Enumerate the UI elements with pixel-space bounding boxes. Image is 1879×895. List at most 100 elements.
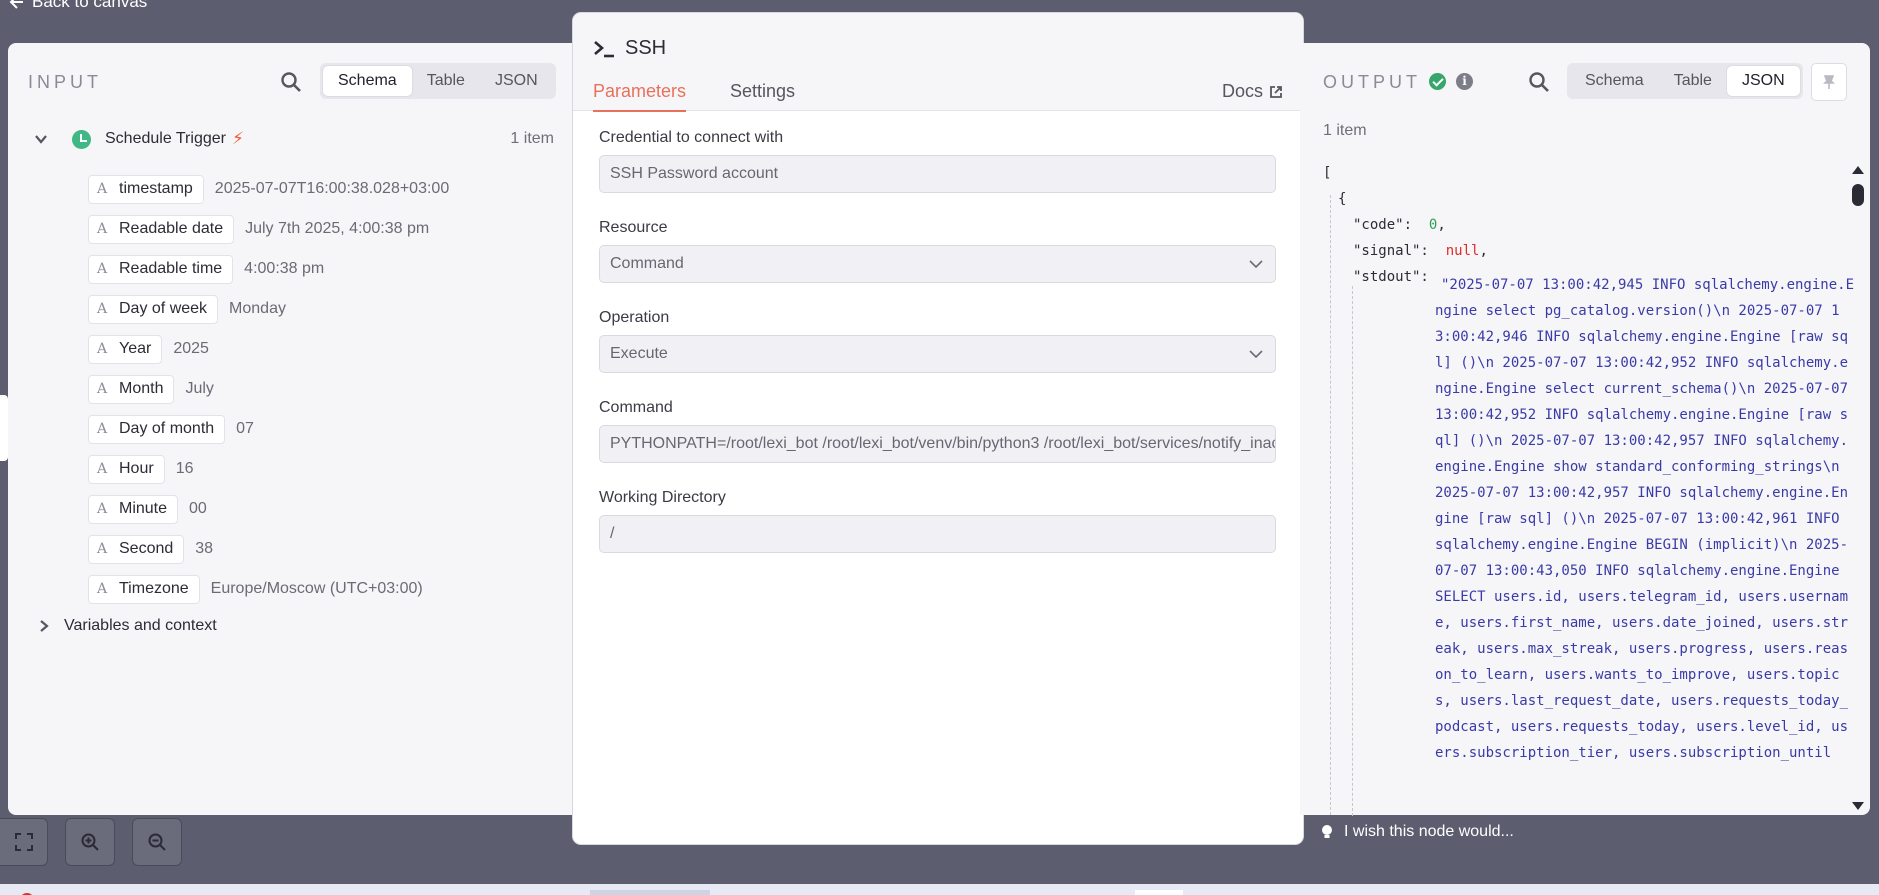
operation-value: Execute: [610, 345, 668, 362]
search-icon[interactable]: [1528, 71, 1550, 93]
canvas-edge-tab: [0, 395, 8, 461]
field-name: Month: [119, 380, 164, 397]
canvas-zoom-controls: [0, 818, 182, 866]
json-open-brace: {: [1338, 191, 1347, 207]
trigger-name: Schedule Trigger: [105, 130, 226, 147]
field-name: Minute: [119, 500, 168, 517]
schema-field-row: A Year 2025: [88, 329, 449, 369]
fit-view-button[interactable]: [0, 818, 48, 866]
field-name: Day of week: [119, 300, 208, 317]
tab-parameters[interactable]: Parameters: [593, 81, 687, 112]
system-taskbar: [0, 884, 1879, 895]
field-pill[interactable]: A Timezone: [88, 574, 200, 604]
input-panel-title: INPUT: [28, 72, 102, 92]
schema-field-row: Atimestamp 2025-07-07T16:00:38.028+03:00: [88, 169, 449, 209]
json-scrollbar[interactable]: [1851, 162, 1865, 814]
schema-field-row: A Second 38: [88, 529, 449, 569]
chevron-down-icon: [1249, 350, 1263, 359]
string-type-icon: A: [96, 341, 108, 357]
schema-field-row: A Hour 16: [88, 449, 449, 489]
schema-field-list: Atimestamp 2025-07-07T16:00:38.028+03:00 A…: [88, 169, 449, 609]
field-pill[interactable]: A Day of week: [88, 294, 219, 324]
variables-context-row[interactable]: Variables and context: [38, 617, 217, 635]
trigger-node-row[interactable]: Schedule Trigger ⚡ 1 item: [34, 126, 554, 152]
clock-icon: [72, 129, 91, 149]
lightbulb-icon: [1322, 825, 1332, 838]
operation-label: Operation: [599, 309, 670, 326]
resource-select[interactable]: Command: [599, 245, 1276, 283]
fit-view-icon: [14, 833, 33, 851]
string-type-icon: A: [96, 501, 108, 517]
schema-field-row: A Minute 00: [88, 489, 449, 529]
feedback-wish-link[interactable]: I wish this node would...: [1320, 823, 1514, 841]
search-icon[interactable]: [280, 71, 302, 93]
field-pill[interactable]: Atimestamp: [88, 174, 204, 204]
string-type-icon: A: [96, 581, 108, 597]
field-value: Monday: [229, 300, 286, 317]
resource-value: Command: [610, 255, 684, 272]
zoom-out-icon: [148, 833, 166, 851]
schema-field-row: A Month July: [88, 369, 449, 409]
scroll-up-arrow[interactable]: [1852, 166, 1864, 174]
field-pill[interactable]: A Year: [88, 334, 163, 364]
string-type-icon: A: [96, 381, 108, 397]
node-title-text[interactable]: SSH: [625, 37, 666, 60]
output-tab-table[interactable]: Table: [1659, 66, 1727, 96]
pin-data-button[interactable]: [1811, 63, 1847, 101]
zoom-out-button[interactable]: [132, 818, 182, 866]
back-link-label: Back to canvas: [32, 0, 148, 11]
docs-link[interactable]: Docs: [1222, 81, 1283, 102]
back-to-canvas-link[interactable]: Back to canvas: [8, 0, 147, 12]
json-key-signal: "signal":: [1353, 243, 1429, 259]
wish-label: I wish this node would...: [1344, 823, 1514, 840]
field-value: 16: [175, 460, 194, 477]
json-key-stdout: "stdout":: [1353, 269, 1429, 285]
json-value-stdout: "2025-07-07 13:00:42,945 INFO sqlalchemy…: [1435, 277, 1855, 761]
output-panel-title: OUTPUT: [1323, 72, 1421, 92]
json-value-code: 0: [1428, 217, 1438, 233]
bolt-icon: ⚡: [231, 129, 244, 148]
output-tab-schema[interactable]: Schema: [1570, 66, 1659, 96]
credential-select[interactable]: SSH Password account: [599, 155, 1276, 193]
field-value: July: [185, 380, 214, 397]
input-tab-schema[interactable]: Schema: [323, 66, 412, 96]
field-pill[interactable]: A Hour: [88, 454, 165, 484]
input-item-count: 1 item: [510, 130, 554, 147]
info-icon[interactable]: i: [1456, 73, 1473, 90]
field-pill[interactable]: A Minute: [88, 494, 179, 524]
json-signal-line: "signal": null,: [1353, 243, 1488, 259]
operation-select[interactable]: Execute: [599, 335, 1276, 373]
chevron-down-icon[interactable]: [34, 132, 48, 146]
tab-settings[interactable]: Settings: [730, 81, 795, 110]
field-pill[interactable]: A Second: [88, 534, 185, 564]
field-name: Readable date: [119, 220, 224, 237]
field-value: 2025: [173, 340, 209, 357]
zoom-in-button[interactable]: [65, 818, 115, 866]
scroll-thumb[interactable]: [1852, 184, 1864, 206]
chevron-down-icon: [1249, 260, 1263, 269]
scroll-down-arrow[interactable]: [1852, 802, 1864, 810]
field-pill[interactable]: A Readable date: [88, 214, 235, 244]
field-pill[interactable]: A Month: [88, 374, 175, 404]
schema-field-row: A Day of month 07: [88, 409, 449, 449]
output-tab-json[interactable]: JSON: [1726, 66, 1800, 96]
taskbar-item[interactable]: [1135, 890, 1183, 895]
json-code-line: "code": 0,: [1353, 217, 1446, 233]
json-value-signal: null: [1445, 243, 1480, 259]
field-name: Year: [119, 340, 152, 357]
field-pill[interactable]: A Day of month: [88, 414, 226, 444]
resource-label: Resource: [599, 219, 668, 236]
taskbar-item[interactable]: [590, 890, 710, 895]
field-pill[interactable]: A Readable time: [88, 254, 234, 284]
command-input[interactable]: PYTHONPATH=/root/lexi_bot /root/lexi_bot…: [599, 425, 1276, 463]
schema-field-row: A Readable date July 7th 2025, 4:00:38 pm: [88, 209, 449, 249]
command-label: Command: [599, 399, 673, 416]
input-tab-json[interactable]: JSON: [480, 66, 553, 96]
working-dir-input[interactable]: /: [599, 515, 1276, 553]
input-tab-table[interactable]: Table: [412, 66, 480, 96]
working-dir-label: Working Directory: [599, 489, 726, 506]
arrow-left-icon: [9, 0, 23, 9]
pin-icon: [1823, 75, 1835, 89]
field-name: Readable time: [119, 260, 223, 277]
output-item-count: 1 item: [1323, 122, 1367, 139]
